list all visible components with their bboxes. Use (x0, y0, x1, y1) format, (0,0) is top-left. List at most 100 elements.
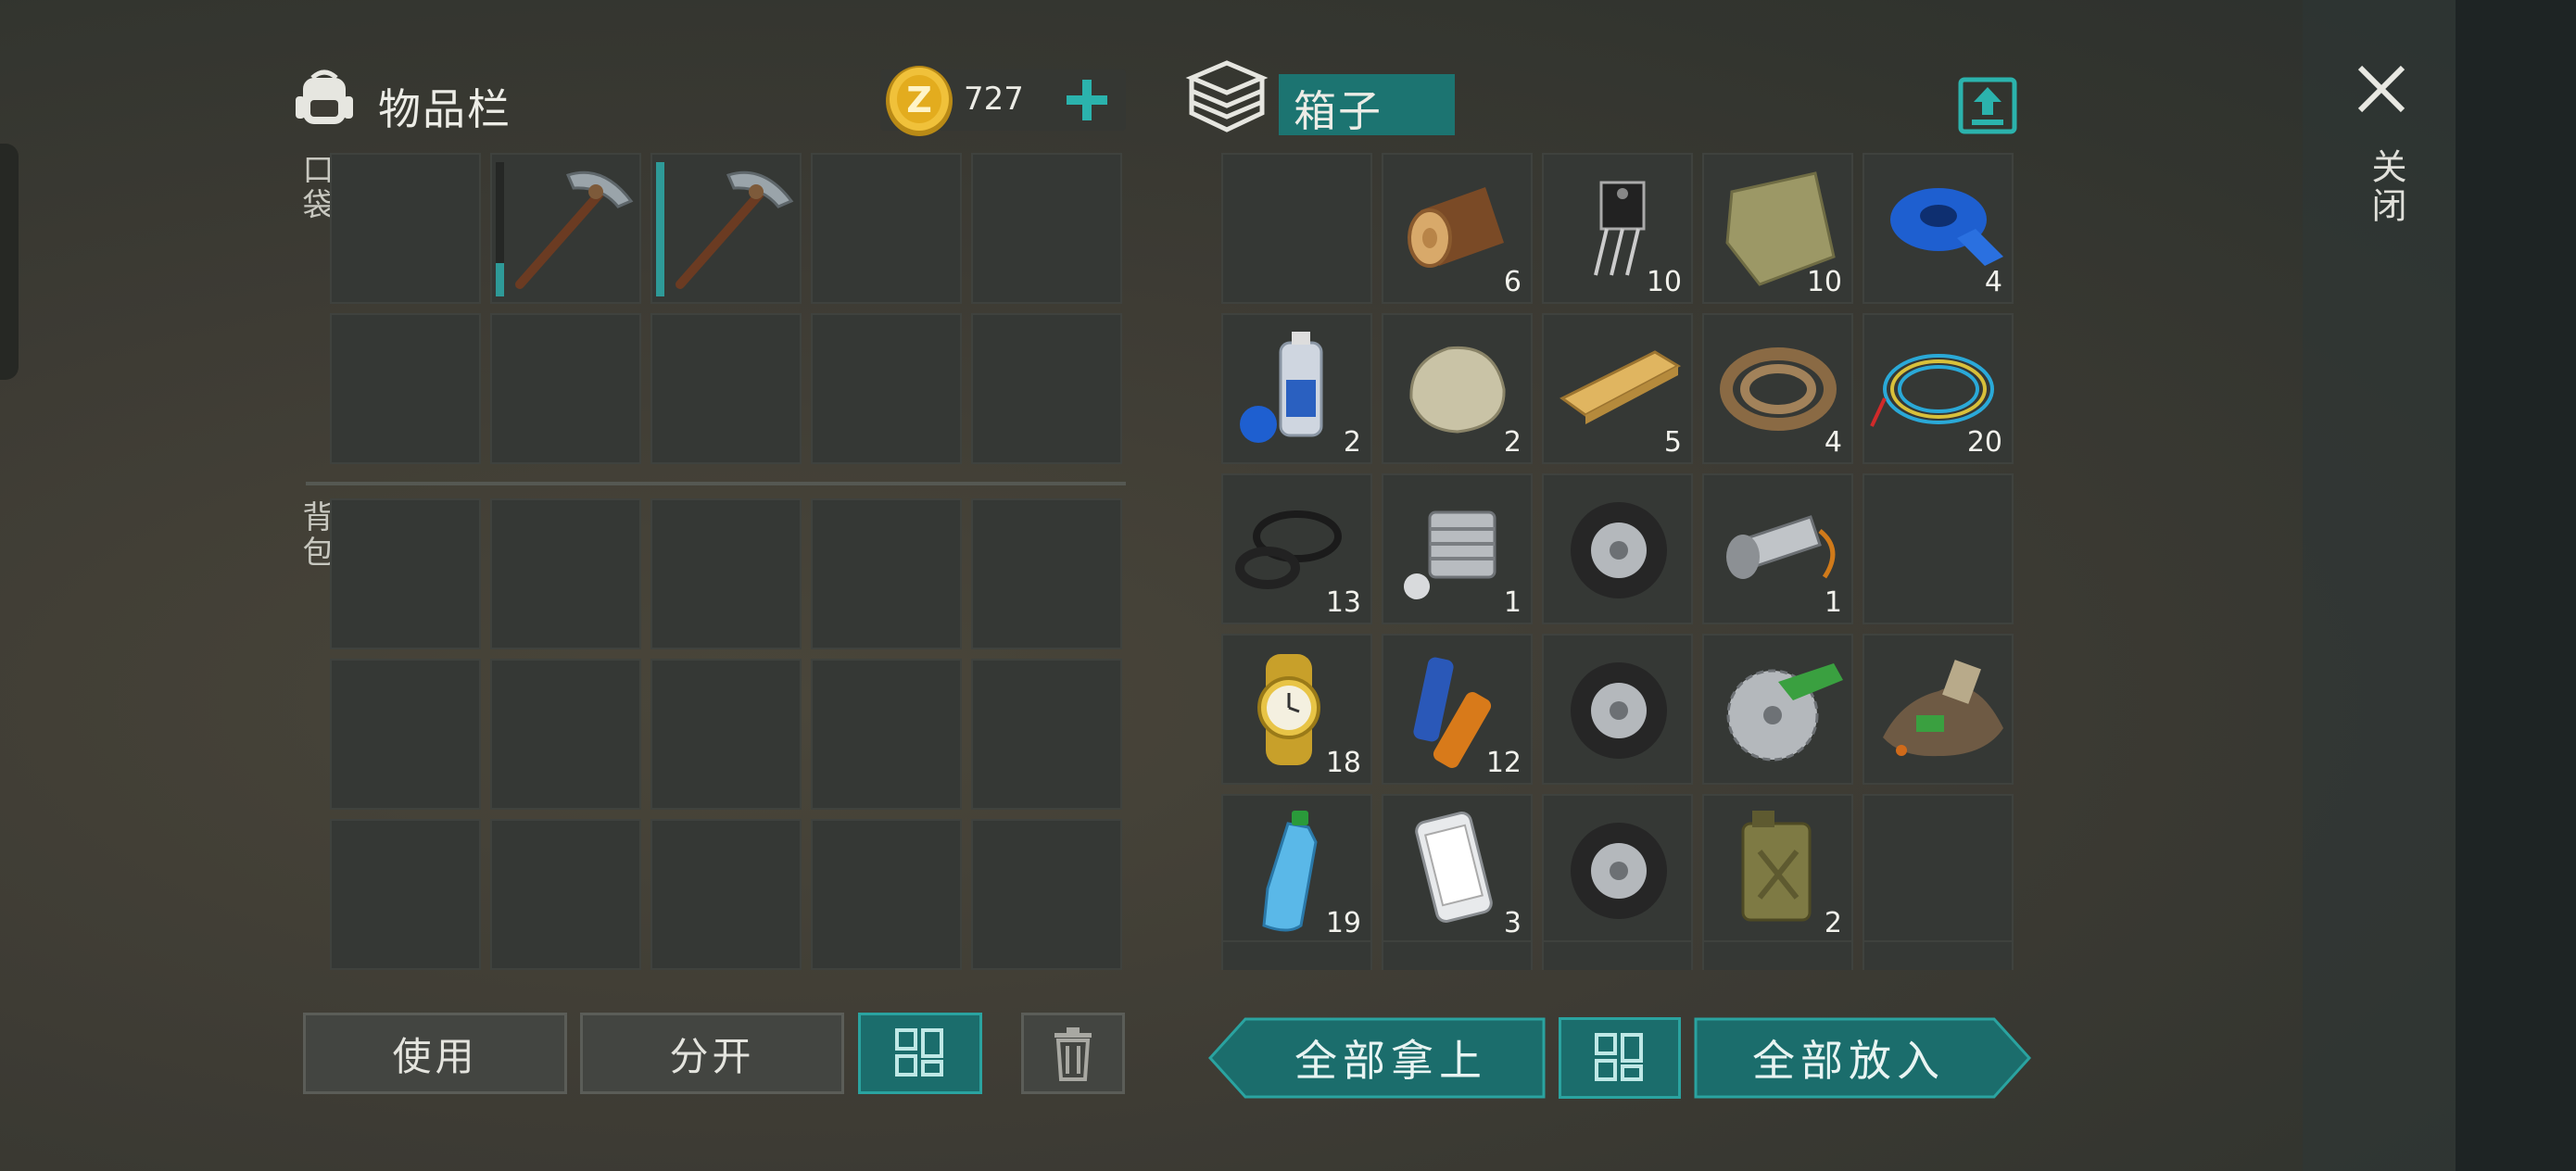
box-slot[interactable]: 20 (1863, 313, 2014, 464)
box-slot[interactable] (1863, 634, 2014, 785)
close-button[interactable]: 关闭 (2344, 51, 2418, 236)
box-sort-button[interactable] (1559, 1017, 1681, 1099)
box-slot[interactable]: 10 (1542, 153, 1693, 304)
box-slot[interactable] (1221, 153, 1372, 304)
split-button[interactable]: 分开 (580, 1013, 844, 1094)
item-quantity: 20 (1966, 426, 2002, 459)
box-slot[interactable]: 10 (1702, 153, 1853, 304)
durability-bar (656, 162, 664, 296)
backpack-slot[interactable] (330, 819, 481, 970)
trash-icon (1054, 1027, 1092, 1081)
grid-sort-icon (895, 1028, 943, 1077)
backpack-slot[interactable] (811, 498, 962, 649)
tire-icon (1571, 502, 1667, 598)
put-all-label: 全部放入 (1752, 1036, 1945, 1086)
item-quantity: 13 (1325, 586, 1361, 619)
pickaxe-icon (515, 170, 634, 289)
box-slot[interactable] (1863, 473, 2014, 624)
box-slot[interactable] (1221, 940, 1372, 970)
pocket-slot[interactable] (650, 313, 802, 464)
svg-text:Z: Z (906, 80, 932, 120)
pocket-slot[interactable] (330, 313, 481, 464)
backpack-icon (292, 65, 357, 130)
backpack-slot[interactable] (490, 498, 641, 649)
box-slot[interactable] (1542, 794, 1693, 945)
box-slot[interactable] (1702, 940, 1853, 970)
backpack-slot[interactable] (650, 659, 802, 810)
item-quantity: 2 (1824, 907, 1842, 939)
side-notch (0, 144, 19, 380)
box-slot[interactable]: 5 (1542, 313, 1693, 464)
pocket-slot[interactable] (490, 313, 641, 464)
box-slot[interactable]: 13 (1221, 473, 1372, 624)
box-slot[interactable] (1863, 794, 2014, 945)
box-slot[interactable]: 18 (1221, 634, 1372, 785)
scrap-pile-icon (1883, 660, 2003, 757)
box-slot[interactable]: 3 (1382, 794, 1533, 945)
box-slot[interactable]: 2 (1702, 794, 1853, 945)
item-quantity: 10 (1646, 266, 1682, 298)
backpack-slot[interactable] (330, 498, 481, 649)
backpack-slot[interactable] (971, 498, 1122, 649)
item-quantity: 12 (1485, 747, 1522, 779)
box-slot[interactable] (1542, 634, 1693, 785)
use-button[interactable]: 使用 (303, 1013, 567, 1094)
durability-bar (496, 263, 504, 296)
trash-button[interactable] (1021, 1013, 1125, 1094)
box-slot[interactable]: 2 (1382, 313, 1533, 464)
backpack-slot[interactable] (811, 819, 962, 970)
inventory-sort-button[interactable] (858, 1013, 982, 1094)
box-slot[interactable] (1542, 940, 1693, 970)
pickaxe-icon (676, 170, 794, 289)
box-slot[interactable]: 12 (1382, 634, 1533, 785)
coin-icon: Z (883, 63, 955, 137)
backpack-slot[interactable] (811, 659, 962, 810)
upload-icon (1958, 77, 2017, 134)
box-slot[interactable] (1542, 473, 1693, 624)
pocket-slot[interactable] (330, 153, 481, 304)
pocket-slot[interactable] (971, 153, 1122, 304)
item-quantity: 6 (1503, 266, 1522, 298)
take-all-label: 全部拿上 (1294, 1036, 1487, 1086)
move-up-button[interactable] (1957, 74, 2018, 135)
box-slot[interactable]: 4 (1863, 153, 2014, 304)
backpack-slot[interactable] (650, 819, 802, 970)
backpack-slot[interactable] (971, 659, 1122, 810)
backpack-slot[interactable] (650, 498, 802, 649)
item-quantity: 2 (1343, 426, 1361, 459)
backpack-slot[interactable] (971, 819, 1122, 970)
box-title: 箱子 (1294, 86, 1383, 136)
box-slot[interactable] (1863, 940, 2014, 970)
backpack-slot[interactable] (490, 819, 641, 970)
item-quantity: 19 (1325, 907, 1361, 939)
take-all-button[interactable]: 全部拿上 (1208, 1017, 1546, 1099)
grid-sort-icon (1595, 1033, 1643, 1081)
background-edge (2456, 0, 2576, 1171)
item-quantity: 10 (1806, 266, 1842, 298)
box-slot[interactable]: 6 (1382, 153, 1533, 304)
pocket-slot[interactable] (650, 153, 802, 304)
box-slot[interactable]: 1 (1382, 473, 1533, 624)
pocket-slot[interactable] (971, 313, 1122, 464)
pocket-slot[interactable] (811, 313, 962, 464)
box-slot[interactable]: 2 (1221, 313, 1372, 464)
backpack-slot[interactable] (330, 659, 481, 810)
put-all-button[interactable]: 全部放入 (1694, 1017, 2031, 1099)
backpack-slot[interactable] (490, 659, 641, 810)
box-icon (1184, 57, 1269, 137)
item-quantity: 4 (1824, 426, 1842, 459)
box-slot[interactable]: 1 (1702, 473, 1853, 624)
add-coins-button[interactable] (1061, 74, 1113, 126)
pocket-slot[interactable] (811, 153, 962, 304)
box-slot[interactable]: 19 (1221, 794, 1372, 945)
close-label: 关闭 (2366, 148, 2406, 226)
close-icon (2357, 65, 2406, 113)
box-slot[interactable] (1382, 940, 1533, 970)
box-slot[interactable] (1702, 634, 1853, 785)
tire-icon (1571, 662, 1667, 759)
coin-count: 727 (964, 81, 1024, 118)
item-quantity: 1 (1824, 586, 1842, 619)
box-slot[interactable]: 4 (1702, 313, 1853, 464)
plus-icon (1067, 80, 1107, 120)
pocket-slot[interactable] (490, 153, 641, 304)
